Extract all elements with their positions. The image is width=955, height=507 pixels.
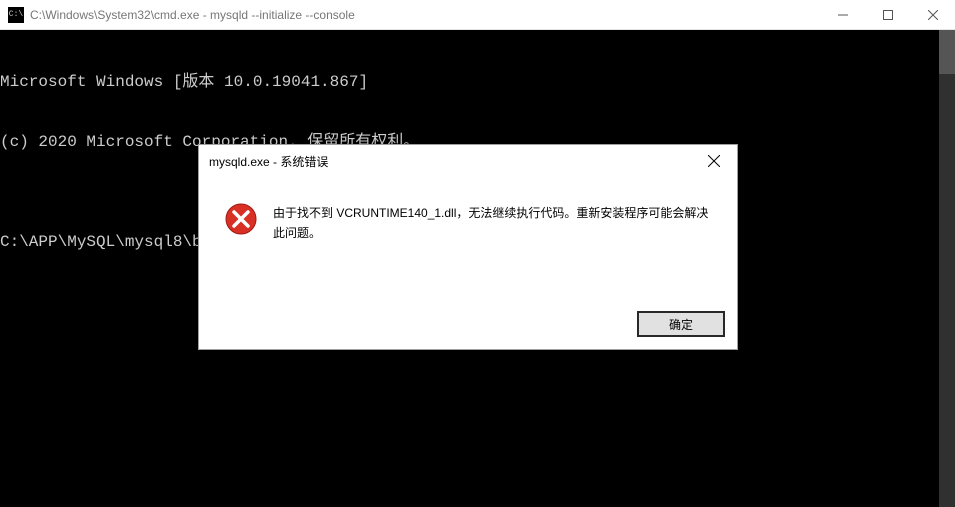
terminal-line: Microsoft Windows [版本 10.0.19041.867] — [0, 72, 955, 92]
scroll-thumb[interactable] — [939, 30, 955, 74]
error-icon — [225, 203, 257, 235]
window-controls — [820, 0, 955, 29]
dialog-message: 由于找不到 VCRUNTIME140_1.dll，无法继续执行代码。重新安装程序… — [273, 203, 717, 243]
dialog-titlebar[interactable]: mysqld.exe - 系统错误 — [199, 145, 737, 177]
close-button[interactable] — [910, 0, 955, 29]
maximize-button[interactable] — [865, 0, 910, 29]
minimize-icon — [838, 10, 848, 20]
cmd-icon: C:\ — [8, 7, 24, 23]
dialog-footer: 确定 — [199, 299, 737, 349]
error-dialog: mysqld.exe - 系统错误 由于找不到 VCRUNTIME140_1.d… — [198, 144, 738, 350]
close-icon — [928, 10, 938, 20]
scrollbar-vertical[interactable] — [939, 30, 955, 507]
titlebar[interactable]: C:\ C:\Windows\System32\cmd.exe - mysqld… — [0, 0, 955, 30]
close-icon — [708, 155, 720, 167]
minimize-button[interactable] — [820, 0, 865, 29]
maximize-icon — [883, 10, 893, 20]
dialog-close-button[interactable] — [691, 146, 737, 176]
window-title: C:\Windows\System32\cmd.exe - mysqld --i… — [30, 8, 355, 22]
dialog-title: mysqld.exe - 系统错误 — [209, 153, 691, 170]
dialog-body: 由于找不到 VCRUNTIME140_1.dll，无法继续执行代码。重新安装程序… — [199, 177, 737, 299]
ok-button[interactable]: 确定 — [637, 311, 725, 337]
